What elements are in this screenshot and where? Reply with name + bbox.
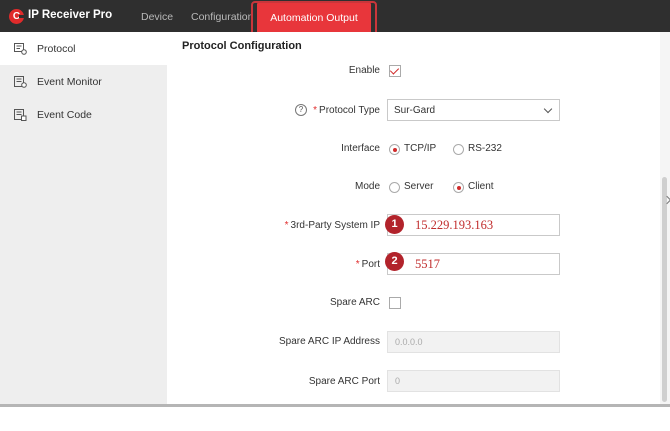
sidebar-item-label: Event Monitor: [37, 75, 102, 88]
mode-option-client: Client: [468, 181, 494, 192]
page-title: Protocol Configuration: [182, 40, 302, 52]
callout-badge-1: 1: [385, 215, 404, 234]
sidebar-item-label: Protocol: [37, 42, 76, 55]
spare-arc-ip-label: Spare ARC IP Address: [279, 336, 380, 347]
scrollbar-thumb[interactable]: [662, 177, 667, 402]
mode-option-server: Server: [404, 181, 434, 192]
callout-badge-2: 2: [385, 252, 404, 271]
scrollbar[interactable]: [660, 32, 670, 404]
enable-checkbox[interactable]: [389, 65, 401, 77]
sidebar: Protocol Event Monitor Event Code: [0, 32, 167, 404]
sidebar-item-protocol[interactable]: Protocol: [0, 32, 167, 65]
enable-label: Enable: [348, 65, 380, 76]
checkmark-icon: [389, 65, 400, 75]
mode-label: Mode: [354, 181, 380, 192]
spare-arc-checkbox[interactable]: [389, 297, 401, 309]
required-marker: *: [355, 259, 360, 270]
interface-option-rs232: RS-232: [468, 143, 502, 154]
chevron-down-icon: [543, 104, 553, 114]
help-icon[interactable]: ?: [295, 104, 307, 116]
interface-radio-rs232[interactable]: [453, 144, 464, 155]
app-title: IP Receiver Pro: [28, 9, 113, 21]
spare-arc-label: Spare ARC: [329, 297, 380, 308]
bottom-divider: [0, 404, 670, 407]
spare-arc-port-input[interactable]: 0: [387, 370, 560, 392]
protocol-type-value: Sur-Gard: [394, 105, 436, 116]
mode-radio-client[interactable]: [453, 182, 464, 193]
protocol-type-label: * Protocol Type: [313, 105, 380, 116]
third-party-ip-label: * 3rd-Party System IP: [284, 220, 380, 231]
required-marker: *: [284, 220, 289, 231]
interface-radio-tcpip[interactable]: [389, 144, 400, 155]
interface-label: Interface: [341, 143, 380, 154]
tab-automation-output[interactable]: Automation Output: [257, 3, 371, 33]
sidebar-item-event-code[interactable]: Event Code: [0, 98, 167, 131]
protocol-icon: [14, 42, 27, 55]
protocol-type-select[interactable]: Sur-Gard: [387, 99, 560, 121]
port-label: * Port: [355, 259, 380, 270]
required-marker: *: [313, 105, 318, 116]
tab-configuration[interactable]: Configuration: [191, 11, 253, 23]
mode-radio-server[interactable]: [389, 182, 400, 193]
top-navigation-bar: C IP Receiver Pro Device Configuration A…: [0, 0, 670, 33]
tab-device[interactable]: Device: [141, 11, 173, 23]
port-input[interactable]: 5517: [387, 253, 560, 275]
sidebar-item-label: Event Code: [37, 108, 92, 121]
event-monitor-icon: [14, 75, 27, 88]
event-code-icon: [14, 108, 27, 121]
sidebar-item-event-monitor[interactable]: Event Monitor: [0, 65, 167, 98]
interface-option-tcpip: TCP/IP: [404, 143, 437, 154]
protocol-configuration-panel: Protocol Configuration Enable ? * Protoco…: [167, 32, 670, 404]
third-party-ip-input[interactable]: 15.229.193.163: [387, 214, 560, 236]
app-logo-icon: C: [9, 9, 25, 24]
spare-arc-ip-input[interactable]: 0.0.0.0: [387, 331, 560, 353]
spare-arc-port-label: Spare ARC Port: [308, 376, 380, 387]
